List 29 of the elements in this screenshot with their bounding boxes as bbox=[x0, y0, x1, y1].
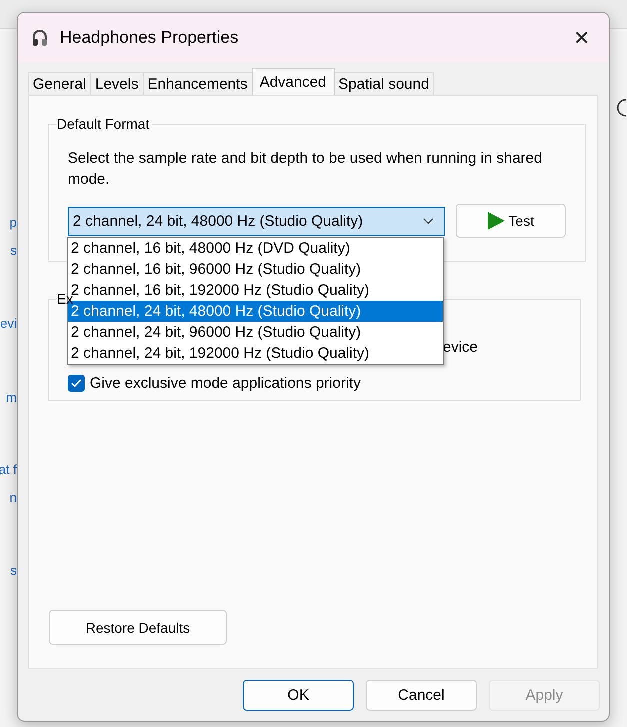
dialog-button[interactable]: OK bbox=[243, 680, 354, 711]
checkbox-label: evice bbox=[443, 339, 478, 356]
checkbox[interactable] bbox=[68, 375, 85, 392]
tab[interactable]: General bbox=[28, 72, 92, 95]
dialog-button[interactable]: Cancel bbox=[366, 680, 477, 711]
tab[interactable]: Advanced bbox=[252, 68, 335, 95]
window-title: Headphones Properties bbox=[60, 28, 240, 48]
tab[interactable]: Spatial sound bbox=[334, 72, 434, 95]
headphones-icon bbox=[32, 29, 48, 47]
description-text: Select the sample rate and bit depth to be used when running in shared mode. bbox=[68, 149, 544, 190]
group-title: Default Format bbox=[57, 116, 151, 132]
link-text[interactable]: s bbox=[10, 563, 17, 579]
restore-defaults-button[interactable]: Restore Defaults bbox=[49, 610, 227, 645]
test-button[interactable]: Test bbox=[456, 204, 566, 238]
dropdown-option[interactable]: 2 channel, 24 bit, 192000 Hz (Studio Quality) bbox=[68, 343, 443, 364]
link-text[interactable]: s bbox=[10, 243, 17, 259]
link-text[interactable]: n bbox=[10, 490, 17, 506]
checkmark-icon bbox=[71, 379, 82, 388]
chevron-icon bbox=[423, 218, 434, 224]
dropdown-option[interactable]: 2 channel, 16 bit, 48000 Hz (DVD Quality) bbox=[68, 238, 443, 259]
play-icon bbox=[488, 212, 505, 230]
format-dropdown[interactable]: 2 channel, 24 bit, 48000 Hz (Studio Quality) bbox=[68, 206, 445, 236]
link-text[interactable]: evi bbox=[0, 316, 17, 332]
dropdown-option[interactable]: 2 channel, 16 bit, 96000 Hz (Studio Quality) bbox=[68, 259, 443, 280]
link-text[interactable]: p bbox=[10, 215, 17, 231]
close-button[interactable]: ✕ bbox=[559, 18, 605, 58]
checkbox-label: Give exclusive mode applications priority bbox=[90, 375, 361, 392]
link-text[interactable]: m bbox=[6, 390, 17, 406]
dropdown-option[interactable]: 2 channel, 24 bit, 96000 Hz (Studio Quality) bbox=[68, 322, 443, 343]
